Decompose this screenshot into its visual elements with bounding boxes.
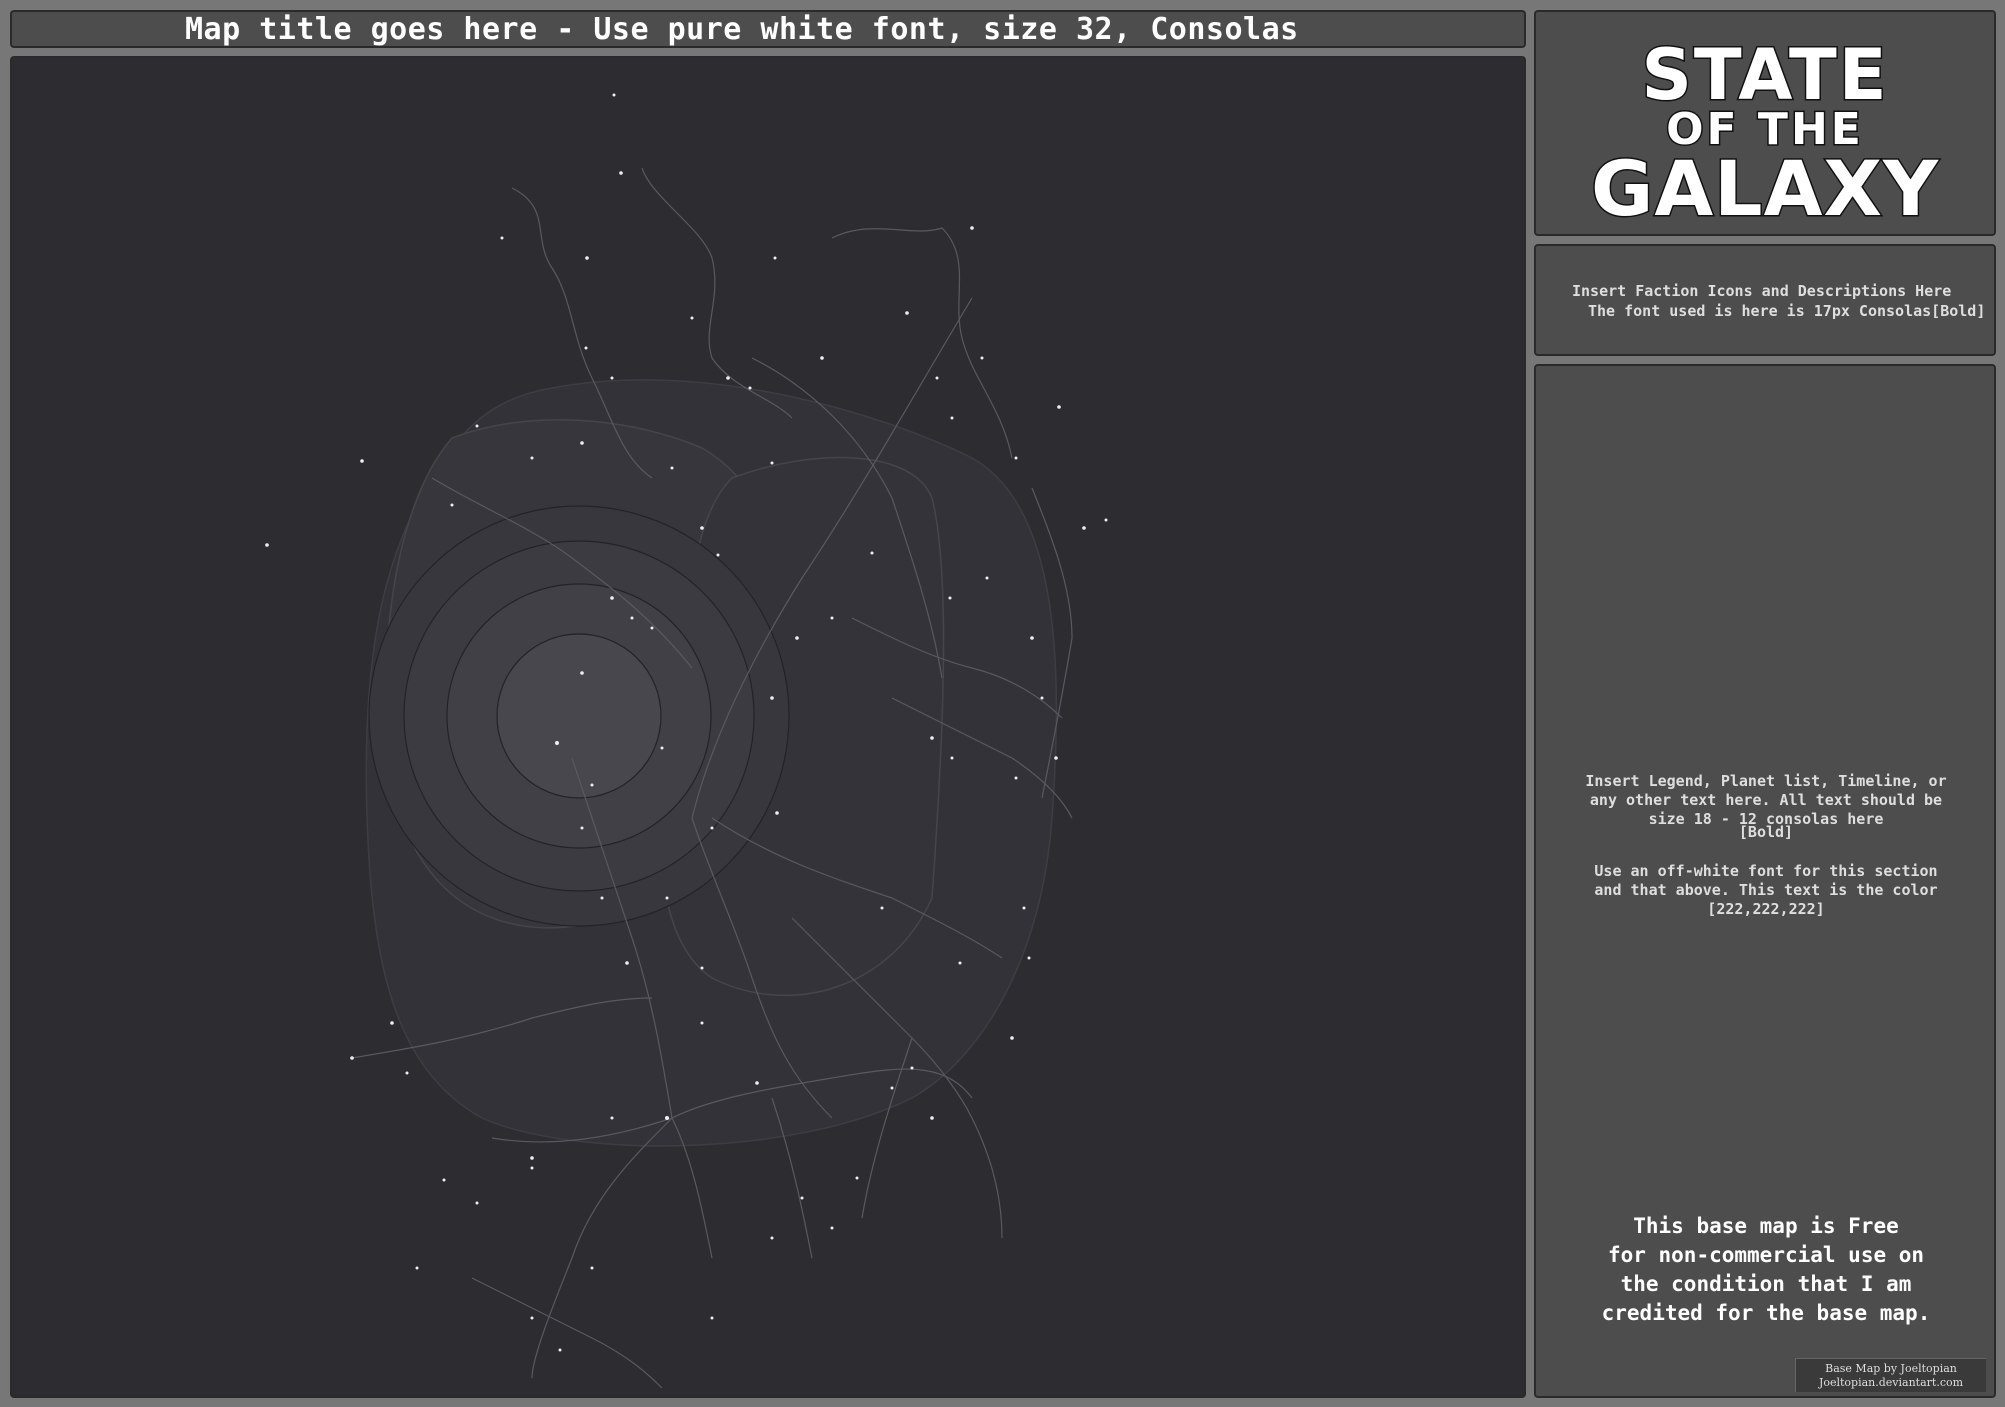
legend-instructions: Insert Legend, Planet list, Timeline, or…	[1556, 772, 1976, 842]
license-line: the condition that I am	[1620, 1272, 1912, 1296]
logo-text-galaxy: GALAXY	[1589, 143, 1940, 235]
credit-author: Base Map by Joeltopian	[1825, 1362, 1957, 1375]
license-line: credited for the base map.	[1601, 1301, 1931, 1325]
legend-line: Insert Legend, Planet list, Timeline, or	[1585, 772, 1947, 790]
license-notice: This base map is Free for non-commercial…	[1556, 1212, 1976, 1328]
faction-instructions-line2: The font used is here is 17px Consolas[B…	[1588, 302, 1986, 320]
credit-link[interactable]: Joeltopian.deviantart.com	[1796, 1376, 1986, 1390]
legend-line: Use an off-white font for this section	[1594, 862, 1938, 880]
legend-line: [Bold]	[1738, 823, 1794, 841]
galaxy-map[interactable]	[10, 56, 1526, 1398]
license-line: This base map is Free	[1633, 1214, 1899, 1238]
core-ring-1	[496, 633, 662, 799]
legend-line: any other text here. All text should be	[1589, 791, 1943, 809]
license-line: for non-commercial use on	[1607, 1243, 1925, 1267]
credit-box: Base Map by Joeltopian Joeltopian.devian…	[1795, 1358, 1986, 1392]
legend-panel: Insert Legend, Planet list, Timeline, or…	[1534, 364, 1996, 1398]
faction-instructions-line1: Insert Faction Icons and Descriptions He…	[1572, 282, 1952, 300]
logo-panel: STATE OF THE GALAXY	[1534, 10, 1996, 236]
legend-line: and that above. This text is the color	[1594, 881, 1938, 899]
color-instructions: Use an off-white font for this section a…	[1556, 862, 1976, 919]
legend-line: [222,222,222]	[1707, 900, 1825, 918]
faction-panel: Insert Faction Icons and Descriptions He…	[1534, 244, 1996, 356]
map-title: Map title goes here - Use pure white fon…	[185, 11, 1299, 47]
title-bar: Map title goes here - Use pure white fon…	[10, 10, 1526, 48]
galaxy-map-canvas	[265, 93, 1108, 1389]
